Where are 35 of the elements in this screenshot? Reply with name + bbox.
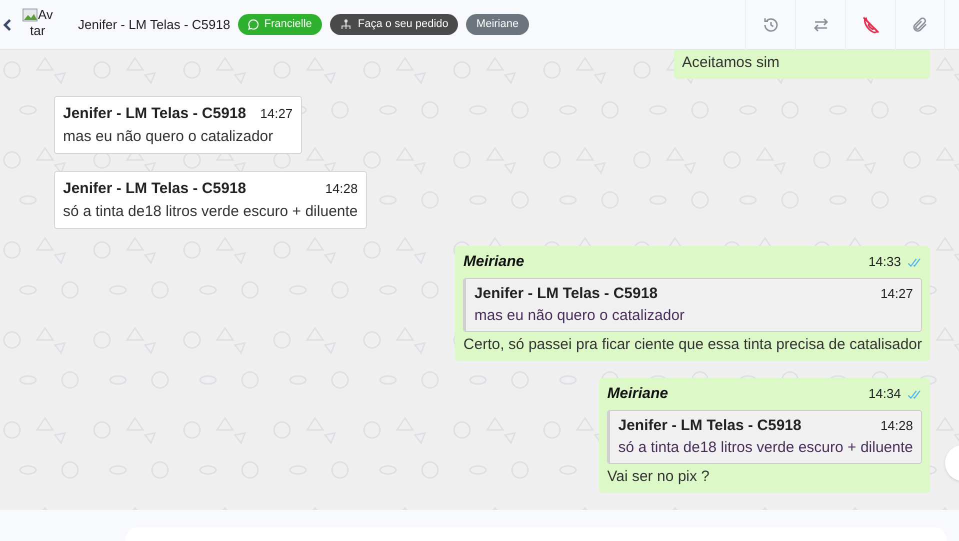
order-button[interactable]: Faça o seu pedido — [330, 14, 458, 35]
message-text: só a tinta de18 litros verde escuro + diluente — [63, 202, 358, 222]
message-time: 14:28 — [325, 180, 358, 198]
message-text: Vai ser no pix ? — [607, 467, 711, 487]
quoted-message[interactable]: Jenifer - LM Telas - C5918 14:28 só a tinta de18 litros verde escuro + diluente — [607, 410, 922, 464]
sender-name: Jenifer - LM Telas - C5918 — [63, 179, 246, 199]
avatar-alt-text: tar — [29, 22, 46, 40]
avatar-alt-text: Av — [38, 6, 53, 24]
paperclip-icon[interactable] — [911, 16, 929, 34]
tag-label: Faça o seu pedido — [358, 17, 448, 32]
quoted-text: mas eu não quero o catalizador — [474, 306, 686, 326]
quoted-text: só a tinta de18 litros verde escuro + diluente — [618, 438, 913, 458]
message-text: mas eu não quero o catalizador — [63, 127, 274, 147]
whatsapp-icon — [248, 19, 260, 30]
network-icon — [340, 18, 352, 30]
sender-name: Jenifer - LM Telas - C5918 — [63, 104, 246, 124]
swap-arrows-icon[interactable] — [812, 16, 830, 34]
broken-image-icon — [22, 6, 38, 22]
message-text: Aceitamos sim — [682, 53, 781, 73]
message-time: 14:27 — [260, 105, 293, 123]
quoted-sender: Jenifer - LM Telas - C5918 — [618, 416, 802, 436]
quoted-time: 14:28 — [880, 417, 913, 435]
quoted-time: 14:27 — [880, 285, 913, 303]
sender-name: Meiriane — [463, 252, 524, 272]
quoted-message[interactable]: Jenifer - LM Telas - C5918 14:27 mas eu não quero o catalizador — [463, 278, 922, 332]
history-icon[interactable] — [762, 16, 780, 34]
message-time: 14:33 — [868, 253, 901, 271]
back-icon[interactable] — [2, 18, 12, 32]
message-text: Certo, só passei pra ficar ciente que essa tinta precisa de catalisador — [463, 335, 922, 355]
contact-name: Jenifer - LM Telas - C5918 — [78, 16, 230, 34]
tag-label: Francielle — [264, 17, 312, 32]
quoted-sender: Jenifer - LM Telas - C5918 — [474, 284, 658, 304]
sender-name: Meiriane — [607, 384, 668, 404]
agent-tag[interactable]: Meiriane — [466, 14, 529, 35]
message-time: 14:34 — [868, 385, 901, 403]
